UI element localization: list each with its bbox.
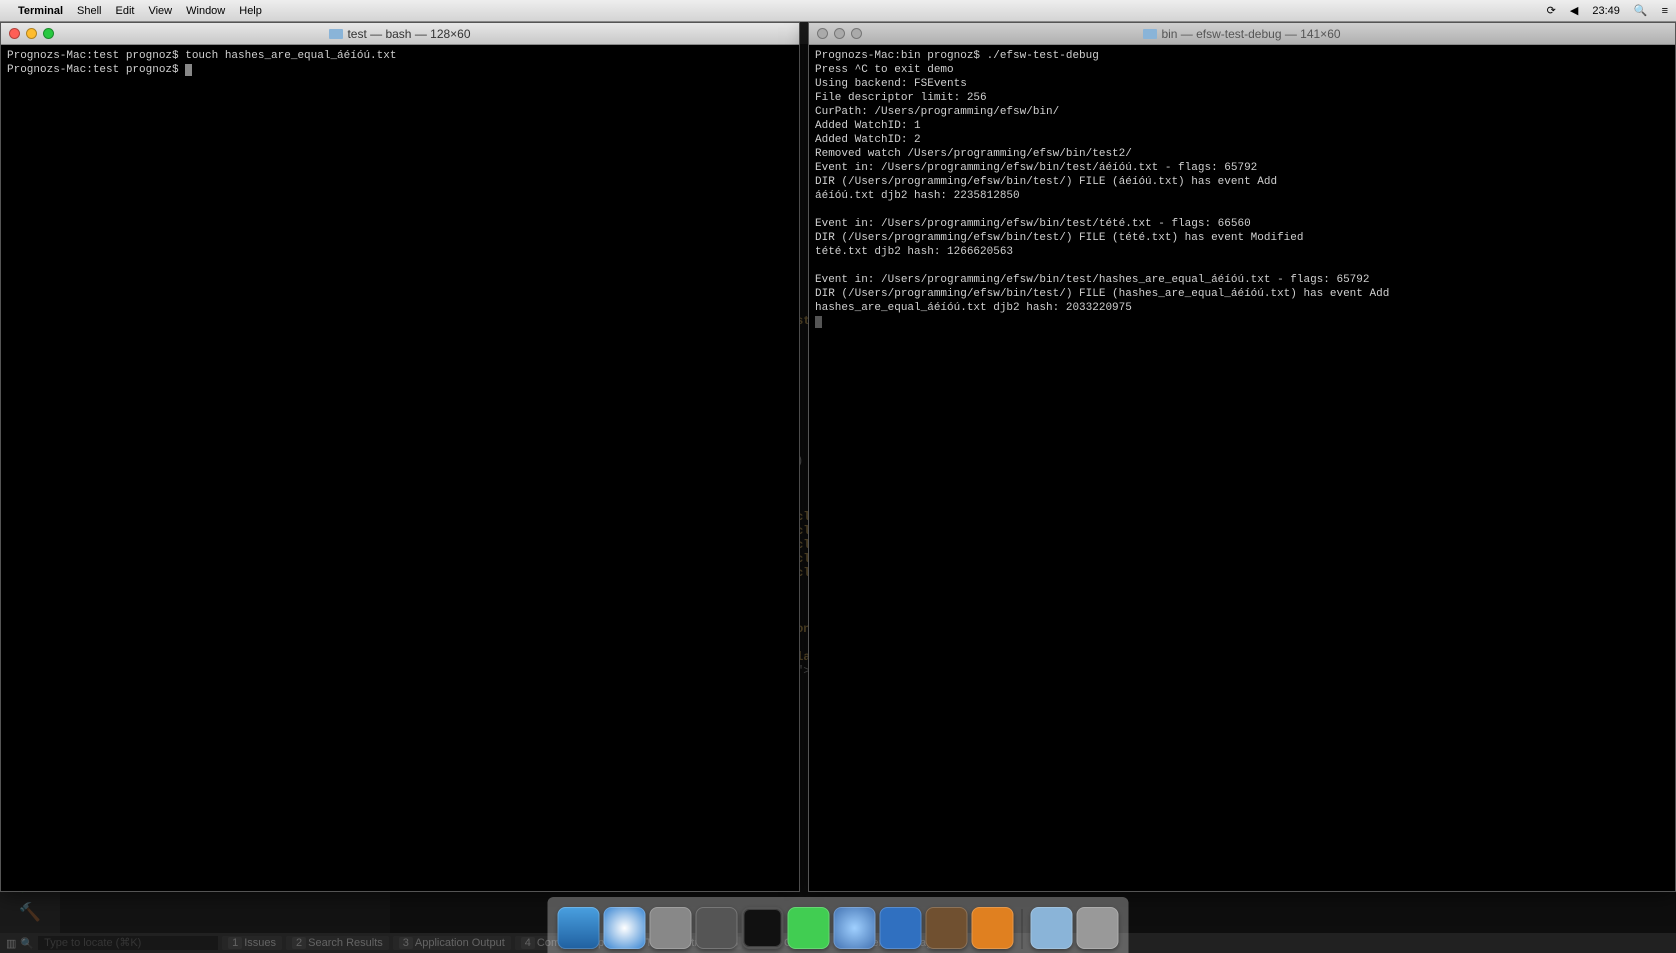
menu-help[interactable]: Help bbox=[239, 5, 262, 17]
dock-downloads-icon[interactable] bbox=[1031, 907, 1073, 949]
clock[interactable]: 23:49 bbox=[1592, 5, 1620, 17]
dock-divider bbox=[1022, 909, 1023, 949]
menu-view[interactable]: View bbox=[148, 5, 172, 17]
zoom-icon[interactable] bbox=[43, 28, 54, 39]
zoom-icon[interactable] bbox=[851, 28, 862, 39]
minimize-icon[interactable] bbox=[26, 28, 37, 39]
panel-appoutput[interactable]: 3Application Output bbox=[393, 936, 511, 950]
panel-issues[interactable]: 1Issues bbox=[222, 936, 282, 950]
dock-safari-icon[interactable] bbox=[604, 907, 646, 949]
terminal-body[interactable]: Prognozs-Mac:bin prognoz$ ./efsw-test-de… bbox=[809, 45, 1675, 891]
spotlight-icon[interactable]: 🔍 bbox=[1634, 4, 1648, 17]
dock-sublime-icon[interactable] bbox=[972, 907, 1014, 949]
folder-icon bbox=[329, 29, 343, 39]
dock-git-icon[interactable] bbox=[926, 907, 968, 949]
terminal-window-right[interactable]: bin — efsw-test-debug — 141×60 Prognozs-… bbox=[808, 22, 1676, 892]
menu-edit[interactable]: Edit bbox=[116, 5, 135, 17]
terminal-title-text: test — bash — 128×60 bbox=[347, 27, 470, 41]
close-sidebar-icon[interactable]: ▥ bbox=[6, 937, 16, 950]
dock-launchpad-icon[interactable] bbox=[834, 907, 876, 949]
dock-trash-icon[interactable] bbox=[1077, 907, 1119, 949]
panel-search[interactable]: 2Search Results bbox=[286, 936, 389, 950]
close-icon[interactable] bbox=[817, 28, 828, 39]
dock-qtcreator-icon[interactable] bbox=[788, 907, 830, 949]
terminal-titlebar[interactable]: test — bash — 128×60 bbox=[1, 23, 799, 45]
dock-terminal-icon[interactable] bbox=[742, 907, 784, 949]
terminal-titlebar[interactable]: bin — efsw-test-debug — 141×60 bbox=[809, 23, 1675, 45]
volume-icon[interactable]: ◀ bbox=[1570, 4, 1578, 17]
menu-window[interactable]: Window bbox=[186, 5, 225, 17]
minimize-icon[interactable] bbox=[834, 28, 845, 39]
timemachine-icon[interactable]: ⟳ bbox=[1547, 4, 1556, 17]
notification-center-icon[interactable]: ≡ bbox=[1662, 5, 1668, 17]
folder-icon bbox=[1143, 29, 1157, 39]
dock-xcode-icon[interactable] bbox=[880, 907, 922, 949]
terminal-window-left[interactable]: test — bash — 128×60 Prognozs-Mac:test p… bbox=[0, 22, 800, 892]
close-icon[interactable] bbox=[9, 28, 20, 39]
build-button[interactable]: 🔨 bbox=[19, 902, 41, 923]
dock-finder-icon[interactable] bbox=[558, 907, 600, 949]
dock-missioncontrol-icon[interactable] bbox=[696, 907, 738, 949]
dock[interactable] bbox=[548, 897, 1129, 953]
terminal-title-text: bin — efsw-test-debug — 141×60 bbox=[1161, 27, 1340, 41]
dock-settings-icon[interactable] bbox=[650, 907, 692, 949]
mac-menubar: Terminal Shell Edit View Window Help ⟳ ◀… bbox=[0, 0, 1676, 22]
menubar-app-name[interactable]: Terminal bbox=[18, 5, 63, 17]
terminal-body[interactable]: Prognozs-Mac:test prognoz$ touch hashes_… bbox=[1, 45, 799, 891]
locator-input[interactable] bbox=[38, 936, 218, 950]
menu-shell[interactable]: Shell bbox=[77, 5, 101, 17]
